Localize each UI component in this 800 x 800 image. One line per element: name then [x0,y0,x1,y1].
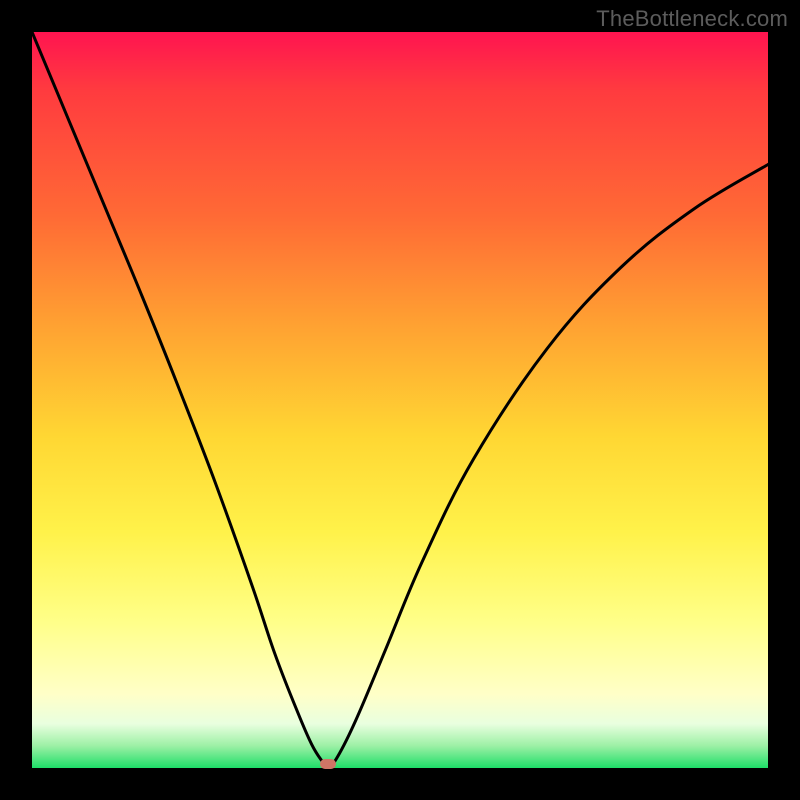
optimum-marker [320,759,336,769]
bottleneck-curve [32,32,768,768]
outer-frame: TheBottleneck.com [0,0,800,800]
plot-area [32,32,768,768]
attribution-watermark: TheBottleneck.com [596,6,788,32]
